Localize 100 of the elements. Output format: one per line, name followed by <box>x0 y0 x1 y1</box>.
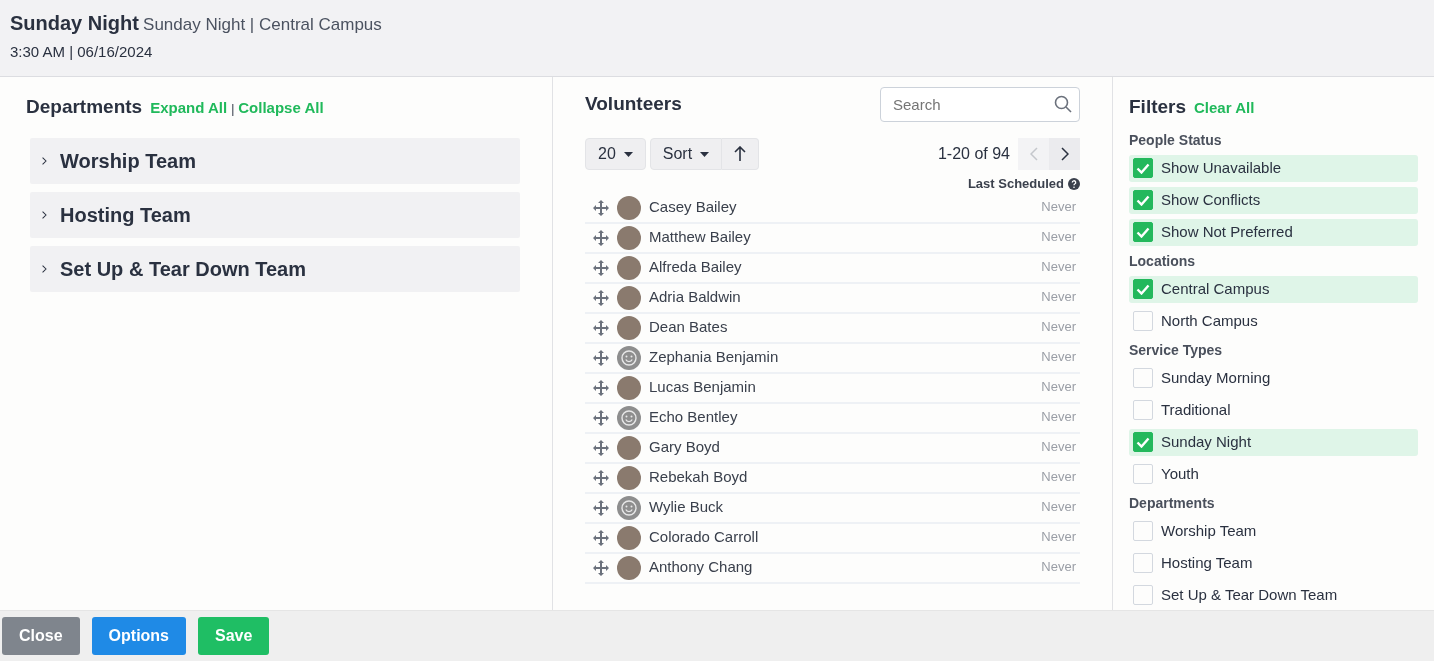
date-time: 3:30 AM | 06/16/2024 <box>10 42 154 62</box>
last-scheduled: Never <box>1041 527 1076 546</box>
drag-handle-icon[interactable] <box>593 409 609 426</box>
volunteer-name[interactable]: Dean Bates <box>649 316 728 339</box>
next-page-button[interactable] <box>1049 138 1080 170</box>
checkbox[interactable] <box>1133 222 1153 242</box>
filter-option-label[interactable]: Traditional <box>1161 398 1231 422</box>
last-scheduled: Never <box>1041 197 1076 216</box>
volunteer-name[interactable]: Zephania Benjamin <box>649 346 779 369</box>
volunteer-name[interactable]: Anthony Chang <box>649 556 753 579</box>
last-scheduled: Never <box>1041 317 1076 336</box>
default-avatar-icon <box>617 405 641 430</box>
photo-placeholder <box>617 195 641 220</box>
filter-option-label[interactable]: Sunday Morning <box>1161 366 1271 390</box>
separator: | <box>231 101 235 118</box>
last-scheduled: Never <box>1041 227 1076 246</box>
arrow-up-icon <box>734 146 747 162</box>
section-title: Departments <box>26 95 143 119</box>
default-avatar-icon <box>617 345 641 370</box>
volunteer-name[interactable]: Lucas Benjamin <box>649 376 756 399</box>
caret-icon <box>623 151 633 157</box>
drag-handle-icon[interactable] <box>593 229 609 246</box>
photo-placeholder <box>617 315 641 340</box>
footer-button[interactable]: Close <box>2 617 80 655</box>
checkbox[interactable] <box>1133 279 1153 299</box>
drag-handle-icon[interactable] <box>593 559 609 576</box>
checkbox[interactable] <box>1133 311 1153 331</box>
last-scheduled: Never <box>1041 407 1076 426</box>
checkbox[interactable] <box>1133 190 1153 210</box>
department-header[interactable]: Worship Team <box>30 137 520 184</box>
drag-handle-icon[interactable] <box>593 199 609 216</box>
page-title: Sunday Night <box>10 12 139 34</box>
volunteer-name[interactable]: Adria Baldwin <box>649 286 741 309</box>
last-scheduled: Never <box>1041 557 1076 576</box>
drag-handle-icon[interactable] <box>593 469 609 486</box>
caret-icon <box>700 151 710 157</box>
filter-option-label[interactable]: Youth <box>1161 462 1199 486</box>
drag-handle-icon[interactable] <box>593 439 609 456</box>
checkbox[interactable] <box>1133 585 1153 605</box>
footer-button[interactable]: Options <box>91 617 186 655</box>
checkbox[interactable] <box>1133 464 1153 484</box>
last-scheduled: Never <box>1041 437 1076 456</box>
filter-group-title: Service Types <box>1129 340 1224 360</box>
checkbox[interactable] <box>1133 400 1153 420</box>
drag-handle-icon[interactable] <box>593 379 609 396</box>
filter-group-title: Departments <box>1129 493 1216 513</box>
checkbox[interactable] <box>1133 158 1153 178</box>
filter-group-title: People Status <box>1129 130 1223 150</box>
column-header: Last Scheduled <box>967 175 1064 193</box>
page-size-dropdown[interactable]: 20 <box>585 138 646 170</box>
department-header[interactable]: Set Up & Tear Down Team <box>30 245 520 292</box>
photo-placeholder <box>617 225 641 250</box>
volunteer-name[interactable]: Wylie Buck <box>649 496 724 519</box>
sort-direction-button[interactable] <box>722 138 760 170</box>
photo-placeholder <box>617 555 641 580</box>
default-avatar-icon <box>617 495 641 520</box>
section-title: Volunteers <box>585 92 682 117</box>
filter-option-label[interactable]: Worship Team <box>1161 519 1257 543</box>
volunteer-name[interactable]: Alfreda Bailey <box>649 256 742 279</box>
photo-placeholder <box>617 255 641 280</box>
photo-placeholder <box>617 285 641 310</box>
page-range: 1-20 of 94 <box>937 144 1010 164</box>
checkbox[interactable] <box>1133 521 1153 541</box>
photo-placeholder <box>617 435 641 460</box>
drag-handle-icon[interactable] <box>593 289 609 306</box>
drag-handle-icon[interactable] <box>593 529 609 546</box>
filter-option-label[interactable]: North Campus <box>1161 309 1258 333</box>
volunteer-name[interactable]: Gary Boyd <box>649 436 720 459</box>
section-title: Filters <box>1129 95 1187 119</box>
volunteer-name[interactable]: Matthew Bailey <box>649 226 751 249</box>
sort-dropdown[interactable]: Sort <box>649 138 723 170</box>
last-scheduled: Never <box>1041 347 1076 366</box>
drag-handle-icon[interactable] <box>593 259 609 276</box>
photo-placeholder <box>617 525 641 550</box>
volunteer-name[interactable]: Echo Bentley <box>649 406 738 429</box>
chevron-right-icon <box>1060 147 1069 161</box>
last-scheduled: Never <box>1041 287 1076 306</box>
drag-handle-icon[interactable] <box>593 499 609 516</box>
search-icon <box>1054 95 1072 113</box>
checkbox[interactable] <box>1133 553 1153 573</box>
chevron-left-icon <box>1029 147 1038 161</box>
last-scheduled: Never <box>1041 377 1076 396</box>
filter-option-label[interactable]: Set Up & Tear Down Team <box>1161 583 1338 607</box>
page-subtitle: Sunday Night | Central Campus <box>143 15 382 34</box>
last-scheduled: Never <box>1041 467 1076 486</box>
checkbox[interactable] <box>1133 368 1153 388</box>
volunteer-name[interactable]: Colorado Carroll <box>649 526 759 549</box>
filter-option-label[interactable]: Hosting Team <box>1161 551 1253 575</box>
department-header[interactable]: Hosting Team <box>30 191 520 238</box>
volunteer-name[interactable]: Casey Bailey <box>649 196 737 219</box>
volunteer-name[interactable]: Rebekah Boyd <box>649 466 748 489</box>
drag-handle-icon[interactable] <box>593 319 609 336</box>
search-field[interactable]: Search <box>880 87 1080 122</box>
checkbox[interactable] <box>1133 432 1153 452</box>
drag-handle-icon[interactable] <box>593 349 609 366</box>
last-scheduled: Never <box>1041 497 1076 516</box>
last-scheduled: Never <box>1041 257 1076 276</box>
filter-group-title: Locations <box>1129 251 1197 271</box>
photo-placeholder <box>617 465 641 490</box>
help-icon[interactable] <box>1068 177 1080 190</box>
